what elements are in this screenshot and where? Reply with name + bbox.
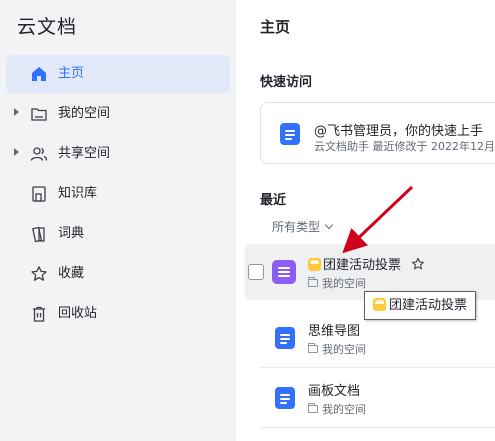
trash-icon bbox=[33, 306, 45, 322]
expand-caret-icon[interactable] bbox=[14, 148, 19, 156]
tooltip: 团建活动投票 bbox=[364, 291, 477, 320]
dictionary-icon bbox=[32, 226, 45, 243]
sidebar-nav: 主页 我的空间 共享空间 知识库 词典 收藏 回收站 bbox=[0, 55, 236, 335]
quick-access-card-meta: 云文档助手 最近修改于 2022年12月 bbox=[314, 140, 495, 153]
row-location-text: 我的空间 bbox=[322, 277, 366, 290]
sidebar-item-label: 词典 bbox=[58, 226, 85, 241]
book-icon bbox=[32, 186, 46, 202]
list-icon bbox=[272, 260, 296, 284]
folder-icon bbox=[308, 277, 318, 287]
sidebar-item-dictionary[interactable]: 词典 bbox=[6, 215, 230, 253]
row-divider bbox=[260, 427, 495, 428]
row-title: 团建活动投票 bbox=[308, 254, 425, 273]
chevron-down-icon bbox=[324, 220, 334, 230]
recent-heading: 最近 bbox=[260, 193, 287, 208]
row-title: 画板文档 bbox=[308, 384, 361, 399]
row-location-text: 我的空间 bbox=[322, 403, 366, 416]
type-filter-label: 所有类型 bbox=[272, 220, 321, 234]
sidebar-item-label: 回收站 bbox=[58, 306, 98, 321]
sidebar-item-home[interactable]: 主页 bbox=[6, 55, 230, 93]
sidebar-item-my-space[interactable]: 我的空间 bbox=[6, 95, 230, 133]
row-checkbox[interactable] bbox=[248, 264, 264, 280]
type-filter-dropdown[interactable]: 所有类型 bbox=[272, 218, 334, 235]
doc-icon bbox=[275, 387, 295, 409]
users-icon bbox=[30, 147, 48, 161]
expand-caret-icon[interactable] bbox=[14, 108, 19, 116]
folder-icon bbox=[308, 403, 318, 413]
star-icon[interactable] bbox=[411, 257, 425, 271]
row-title-text: 团建活动投票 bbox=[323, 258, 402, 273]
tooltip-text: 团建活动投票 bbox=[389, 298, 468, 313]
sidebar-item-trash[interactable]: 回收站 bbox=[6, 295, 230, 333]
row-location: 我的空间 bbox=[308, 275, 366, 291]
sidebar-item-label: 我的空间 bbox=[58, 106, 111, 121]
folder-icon bbox=[31, 108, 47, 121]
sidebar-item-label: 知识库 bbox=[58, 186, 98, 201]
quick-access-heading: 快速访问 bbox=[260, 75, 313, 90]
row-location: 我的空间 bbox=[308, 401, 366, 417]
sidebar-item-label: 共享空间 bbox=[58, 146, 111, 161]
sidebar-item-shared-space[interactable]: 共享空间 bbox=[6, 135, 230, 173]
doc-icon bbox=[280, 123, 300, 145]
folder-icon bbox=[308, 343, 318, 353]
beer-emoji-icon bbox=[373, 298, 386, 311]
row-divider bbox=[260, 367, 495, 368]
recent-row[interactable]: 画板文档 我的空间 bbox=[245, 370, 495, 426]
row-title: 思维导图 bbox=[308, 324, 361, 339]
row-location-text: 我的空间 bbox=[322, 343, 366, 356]
page-title: 主页 bbox=[260, 18, 291, 36]
app-title: 云文档 bbox=[17, 16, 78, 38]
sidebar-item-label: 收藏 bbox=[58, 266, 85, 281]
quick-access-card[interactable]: @飞书管理员，你的快速上手 云文档助手 最近修改于 2022年12月 bbox=[260, 102, 495, 164]
sidebar-item-favorites[interactable]: 收藏 bbox=[6, 255, 230, 293]
beer-emoji-icon bbox=[308, 258, 321, 271]
sidebar-item-label: 主页 bbox=[58, 66, 85, 81]
row-location: 我的空间 bbox=[308, 341, 366, 357]
home-icon bbox=[32, 67, 46, 81]
quick-access-card-title: @飞书管理员，你的快速上手 bbox=[314, 124, 484, 139]
sidebar-item-wiki[interactable]: 知识库 bbox=[6, 175, 230, 213]
star-icon bbox=[31, 266, 47, 281]
doc-icon bbox=[275, 327, 295, 349]
sidebar: 云文档 主页 我的空间 共享空间 知识库 词典 收藏 回收站 bbox=[0, 0, 236, 441]
